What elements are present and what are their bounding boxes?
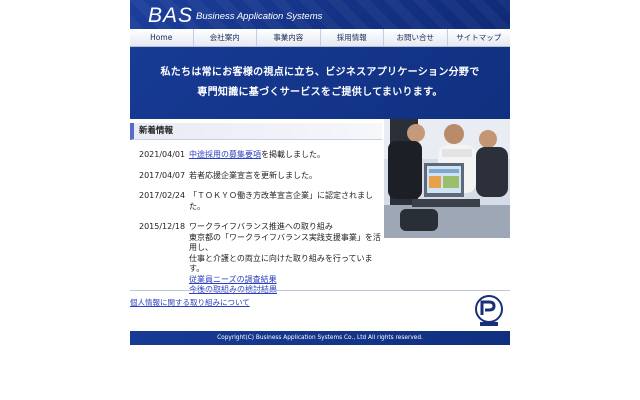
news-heading: 新着情報 [130, 123, 382, 140]
banner-line-2: 専門知識に基づくサービスをご提供してまいります。 [197, 87, 443, 98]
nav-contact[interactable]: お問い合せ [384, 29, 448, 46]
news-date: 2017/04/07 [139, 170, 186, 180]
site-header: BAS Business Application Systems [130, 0, 510, 29]
site-tagline: Business Application Systems [196, 11, 323, 22]
news-body: ワークライフバランス推進への取り組み 東京都の「ワークライフバランス実践支援事業… [189, 222, 382, 296]
nav-recruit[interactable]: 採用情報 [321, 29, 384, 46]
news-list: 2021/04/01 中途採用の募集要項を掲載しました。 2017/04/07 … [130, 150, 382, 296]
news-text: 「ＴＯＫＹＯ働き方改革宣言企業」に認定されました。 [189, 191, 373, 211]
news-text: を掲載しました。 [261, 150, 325, 159]
nav-services[interactable]: 事業内容 [257, 29, 321, 46]
employee-survey-link[interactable]: 従業員ニーズの調査結果 [189, 275, 382, 286]
news-item: 2015/12/18 ワークライフバランス推進への取り組み 東京都の「ワークライ… [130, 222, 382, 296]
privacy-policy-link[interactable]: 個人情報に関する取り組みについて [130, 297, 250, 308]
news-text: 若者応援企業宣言を更新しました。 [189, 170, 317, 180]
hero-banner: 私たちは常にお客様の視点に立ち、ビジネスアプリケーション分野で 専門知識に基づく… [130, 47, 510, 119]
global-nav: Home 会社案内 事業内容 採用情報 お問い合せ サイトマップ [130, 29, 510, 47]
news-body: 中途採用の募集要項を掲載しました。 [189, 150, 382, 161]
banner-line-1: 私たちは常にお客様の視点に立ち、ビジネスアプリケーション分野で [160, 67, 480, 78]
footer-divider [130, 290, 510, 291]
news-text-line: 東京都の「ワークライフバランス実践支援事業」を活用し、 [189, 232, 381, 253]
site-logo[interactable]: BAS [148, 4, 193, 28]
news-text-line: ワークライフバランス推進への取り組み [189, 222, 333, 231]
privacy-mark-logo[interactable] [472, 293, 506, 327]
news-text-line: 仕事と介護との両立に向けた取り組みを行っています。 [189, 253, 373, 274]
nav-company[interactable]: 会社案内 [194, 29, 257, 46]
recruit-requirements-link[interactable]: 中途採用の募集要項 [189, 150, 261, 159]
news-section: 新着情報 2021/04/01 中途採用の募集要項を掲載しました。 2017/0… [130, 123, 382, 306]
news-item: 2017/02/24 「ＴＯＫＹＯ働き方改革宣言企業」に認定されました。 [130, 191, 382, 212]
news-date: 2021/04/01 [139, 150, 186, 159]
news-item: 2021/04/01 中途採用の募集要項を掲載しました。 [130, 150, 382, 161]
news-item: 2017/04/07 若者応援企業宣言を更新しました。 [130, 171, 382, 182]
nav-home[interactable]: Home [130, 29, 194, 46]
page: BAS Business Application Systems Home 会社… [130, 0, 510, 400]
office-photo [384, 119, 510, 238]
news-date: 2015/12/18 [139, 222, 186, 231]
main-content: 新着情報 2021/04/01 中途採用の募集要項を掲載しました。 2017/0… [130, 119, 510, 294]
news-date: 2017/02/24 [139, 191, 186, 200]
nav-sitemap[interactable]: サイトマップ [448, 29, 511, 46]
site-footer: Copyright(C) Business Application System… [130, 331, 510, 345]
